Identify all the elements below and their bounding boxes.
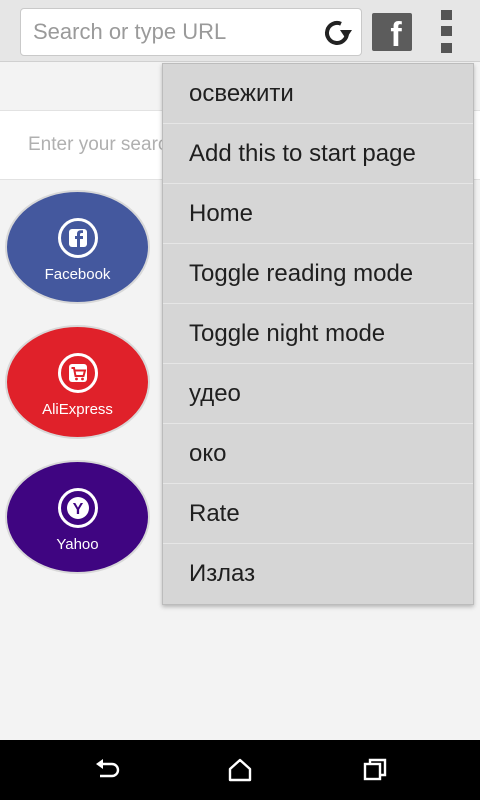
- menu-item-exit[interactable]: Излаз: [163, 544, 473, 604]
- menu-item-share[interactable]: удео: [163, 364, 473, 424]
- system-nav-bar: [0, 740, 480, 800]
- menu-item-refresh[interactable]: освежити: [163, 64, 473, 124]
- facebook-icon-letter: f: [390, 16, 402, 51]
- overflow-menu: освежити Add this to start page Home Tog…: [162, 63, 474, 605]
- speed-dial-label: AliExpress: [42, 401, 113, 418]
- home-icon[interactable]: [225, 755, 255, 785]
- facebook-icon[interactable]: f: [372, 13, 412, 51]
- reload-icon[interactable]: [321, 17, 353, 49]
- url-box[interactable]: [20, 8, 362, 56]
- yahoo-icon: Y: [57, 488, 98, 528]
- url-toolbar: f: [0, 0, 480, 62]
- speed-dial-label: Yahoo: [56, 536, 99, 553]
- menu-item-rate[interactable]: Rate: [163, 484, 473, 544]
- menu-item-add-to-start-page[interactable]: Add this to start page: [163, 124, 473, 184]
- speed-dial-aliexpress[interactable]: AliExpress: [5, 325, 150, 439]
- speed-dial-yahoo[interactable]: Y Yahoo: [5, 460, 150, 574]
- recent-apps-icon[interactable]: [360, 755, 390, 785]
- menu-item-eye[interactable]: око: [163, 424, 473, 484]
- speed-dial-label: Facebook: [44, 266, 111, 283]
- menu-item-home[interactable]: Home: [163, 184, 473, 244]
- cart-icon: [57, 353, 98, 393]
- speed-dial-facebook[interactable]: Facebook: [5, 190, 150, 304]
- menu-item-toggle-reading-mode[interactable]: Toggle reading mode: [163, 244, 473, 304]
- overflow-menu-icon[interactable]: [438, 10, 456, 54]
- menu-item-toggle-night-mode[interactable]: Toggle night mode: [163, 304, 473, 364]
- yahoo-icon-letter: Y: [72, 501, 83, 518]
- back-icon[interactable]: [92, 755, 122, 785]
- facebook-icon: [57, 218, 98, 258]
- url-input[interactable]: [31, 9, 301, 55]
